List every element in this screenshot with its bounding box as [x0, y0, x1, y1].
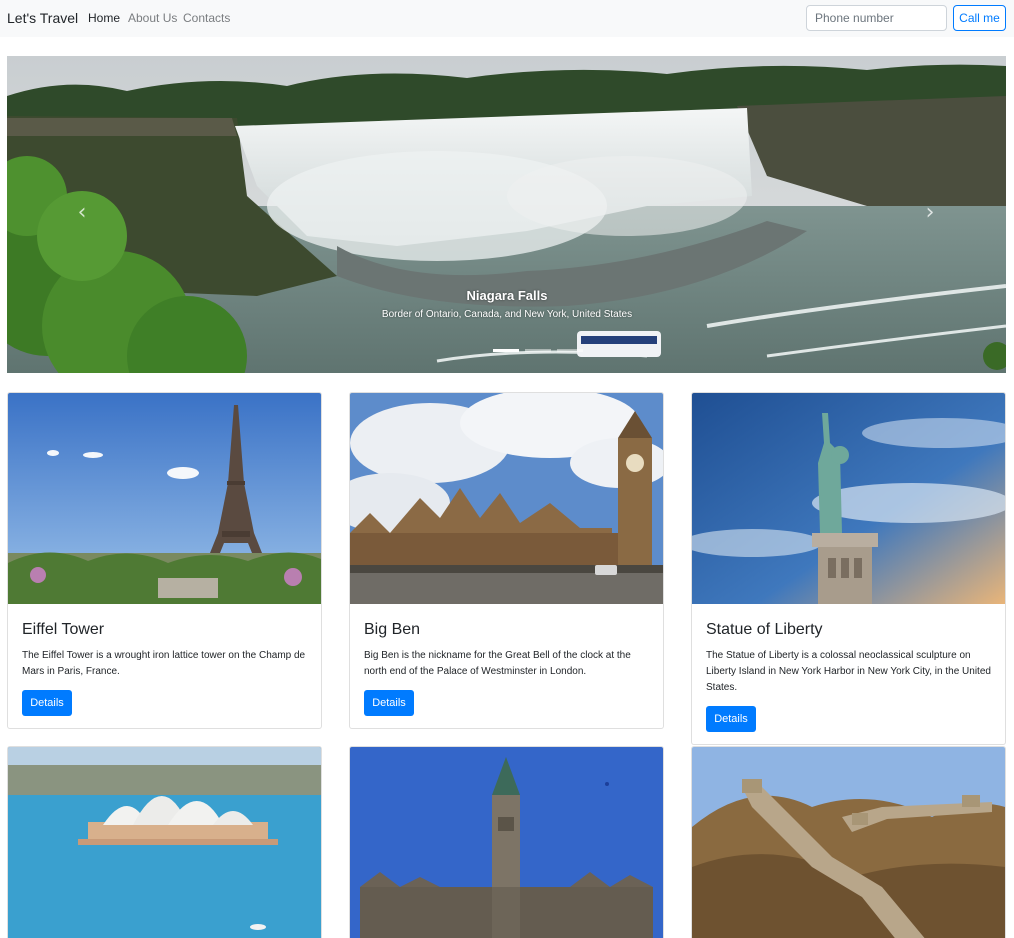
carousel-caption: Niagara Falls Border of Ontario, Canada,… — [307, 288, 707, 320]
card-title: Statue of Liberty — [706, 621, 823, 638]
eiffel-tower-image — [8, 393, 321, 604]
card-text: The Statue of Liberty is a colossal neoc… — [706, 650, 991, 693]
carousel-indicator-3[interactable] — [557, 349, 583, 352]
nav-link-about-us[interactable]: About Us — [128, 11, 177, 25]
phone-number-input[interactable] — [806, 5, 947, 31]
chevron-left-icon[interactable]: ‹ — [73, 201, 91, 225]
carousel-indicator-1[interactable] — [493, 349, 519, 352]
carousel-subtitle: Border of Ontario, Canada, and New York,… — [381, 309, 633, 320]
big-ben-image — [350, 393, 663, 604]
hero-carousel: ‹ › Niagara Falls Border of Ontario, Can… — [7, 56, 1006, 373]
card-text: Big Ben is the nickname for the Great Be… — [364, 650, 631, 677]
statue-of-liberty-image — [692, 393, 1005, 604]
details-button[interactable]: Details — [706, 706, 756, 732]
card-body: Big Ben Big Ben is the nickname for the … — [364, 621, 654, 680]
sydney-opera-house-image — [8, 747, 321, 938]
card-big-ben: Big Ben Big Ben is the nickname for the … — [349, 392, 664, 729]
navbar-brand[interactable]: Let's Travel — [7, 10, 78, 26]
nav-link-contacts[interactable]: Contacts — [183, 11, 230, 25]
niagara-falls-image — [7, 56, 1006, 373]
card-text: The Eiffel Tower is a wrought iron latti… — [22, 650, 306, 677]
details-button[interactable]: Details — [22, 690, 72, 716]
card-parliament-canada — [349, 746, 664, 938]
parliament-canada-image — [350, 747, 663, 938]
card-statue-of-liberty: Statue of Liberty The Statue of Liberty … — [691, 392, 1006, 745]
nav-link-home[interactable]: Home — [88, 11, 120, 25]
card-body: Eiffel Tower The Eiffel Tower is a wroug… — [22, 621, 312, 680]
card-eiffel-tower: Eiffel Tower The Eiffel Tower is a wroug… — [7, 392, 322, 729]
carousel-indicator-2[interactable] — [525, 349, 551, 352]
call-me-button[interactable]: Call me — [953, 5, 1006, 31]
card-sydney-opera-house — [7, 746, 322, 938]
card-great-wall — [691, 746, 1006, 938]
navbar: Let's Travel Home About Us Contacts Call… — [0, 0, 1014, 37]
great-wall-image — [692, 747, 1005, 938]
card-title: Big Ben — [364, 621, 421, 638]
card-title: Eiffel Tower — [22, 621, 105, 638]
chevron-right-icon[interactable]: › — [921, 201, 939, 225]
details-button[interactable]: Details — [364, 690, 414, 716]
carousel-title: Niagara Falls — [466, 288, 548, 303]
card-body: Statue of Liberty The Statue of Liberty … — [706, 621, 996, 696]
